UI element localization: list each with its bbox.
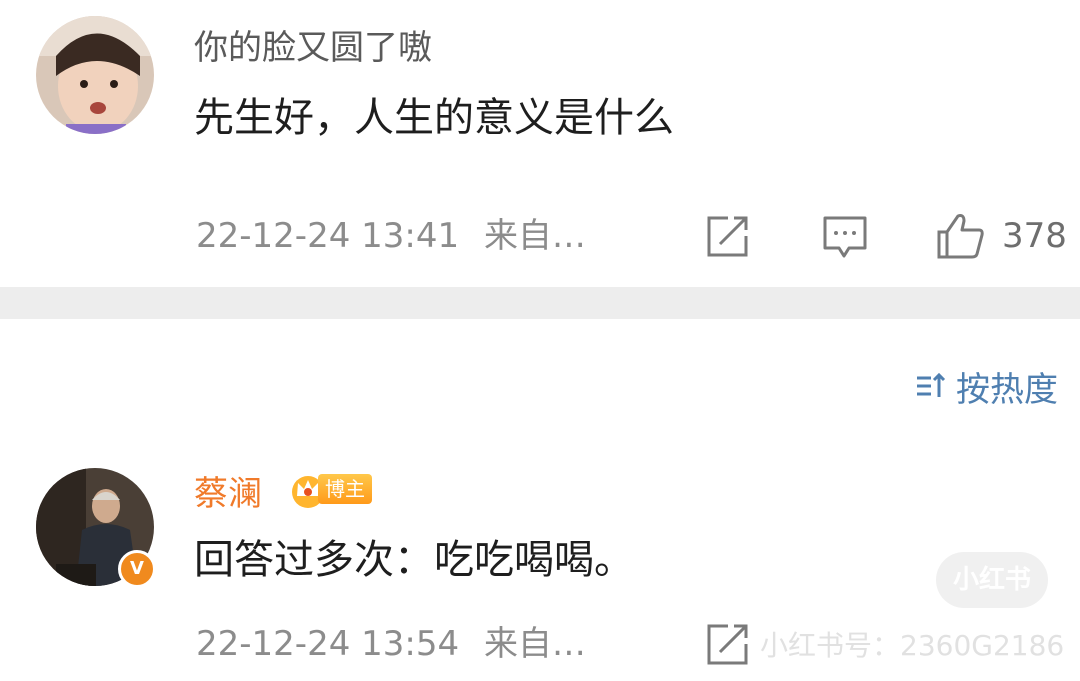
comment-source: 来自… [483, 624, 586, 664]
comment-source: 来自… [483, 216, 586, 256]
comment-meta: 22-12-24 13:54 来自… [196, 624, 586, 664]
like-icon[interactable] [936, 212, 986, 260]
comment-meta: 22-12-24 13:41 来自… [196, 216, 586, 256]
blogger-badge: 博主 [288, 470, 374, 510]
sort-icon [917, 372, 946, 397]
comment-icon[interactable] [822, 214, 868, 260]
comment-time: 22-12-24 13:54 [196, 624, 460, 664]
share-icon[interactable] [704, 622, 750, 668]
avatar[interactable] [36, 16, 154, 134]
comment-username[interactable]: 蔡澜 [194, 474, 262, 514]
badge-label: 博主 [318, 474, 372, 504]
watermark-logo: 小红书 [936, 552, 1048, 608]
comment-text: 回答过多次：吃吃喝喝。 [194, 537, 634, 583]
verified-badge: V [118, 550, 156, 588]
comment-text: 先生好，人生的意义是什么 [194, 95, 674, 141]
sort-label: 按热度 [956, 369, 1058, 410]
like-count: 378 [1002, 216, 1067, 256]
share-icon[interactable] [704, 214, 750, 260]
comment-time: 22-12-24 13:41 [196, 216, 460, 256]
sort-button[interactable]: 按热度 [914, 364, 1058, 410]
comment-username[interactable]: 你的脸又圆了嗷 [194, 28, 432, 68]
comment-item: 你的脸又圆了嗷 先生好，人生的意义是什么 22-12-24 13:41 来自… … [0, 0, 1080, 287]
watermark-id: 小红书号：2360G2186 [760, 629, 1065, 662]
section-divider [0, 287, 1080, 319]
